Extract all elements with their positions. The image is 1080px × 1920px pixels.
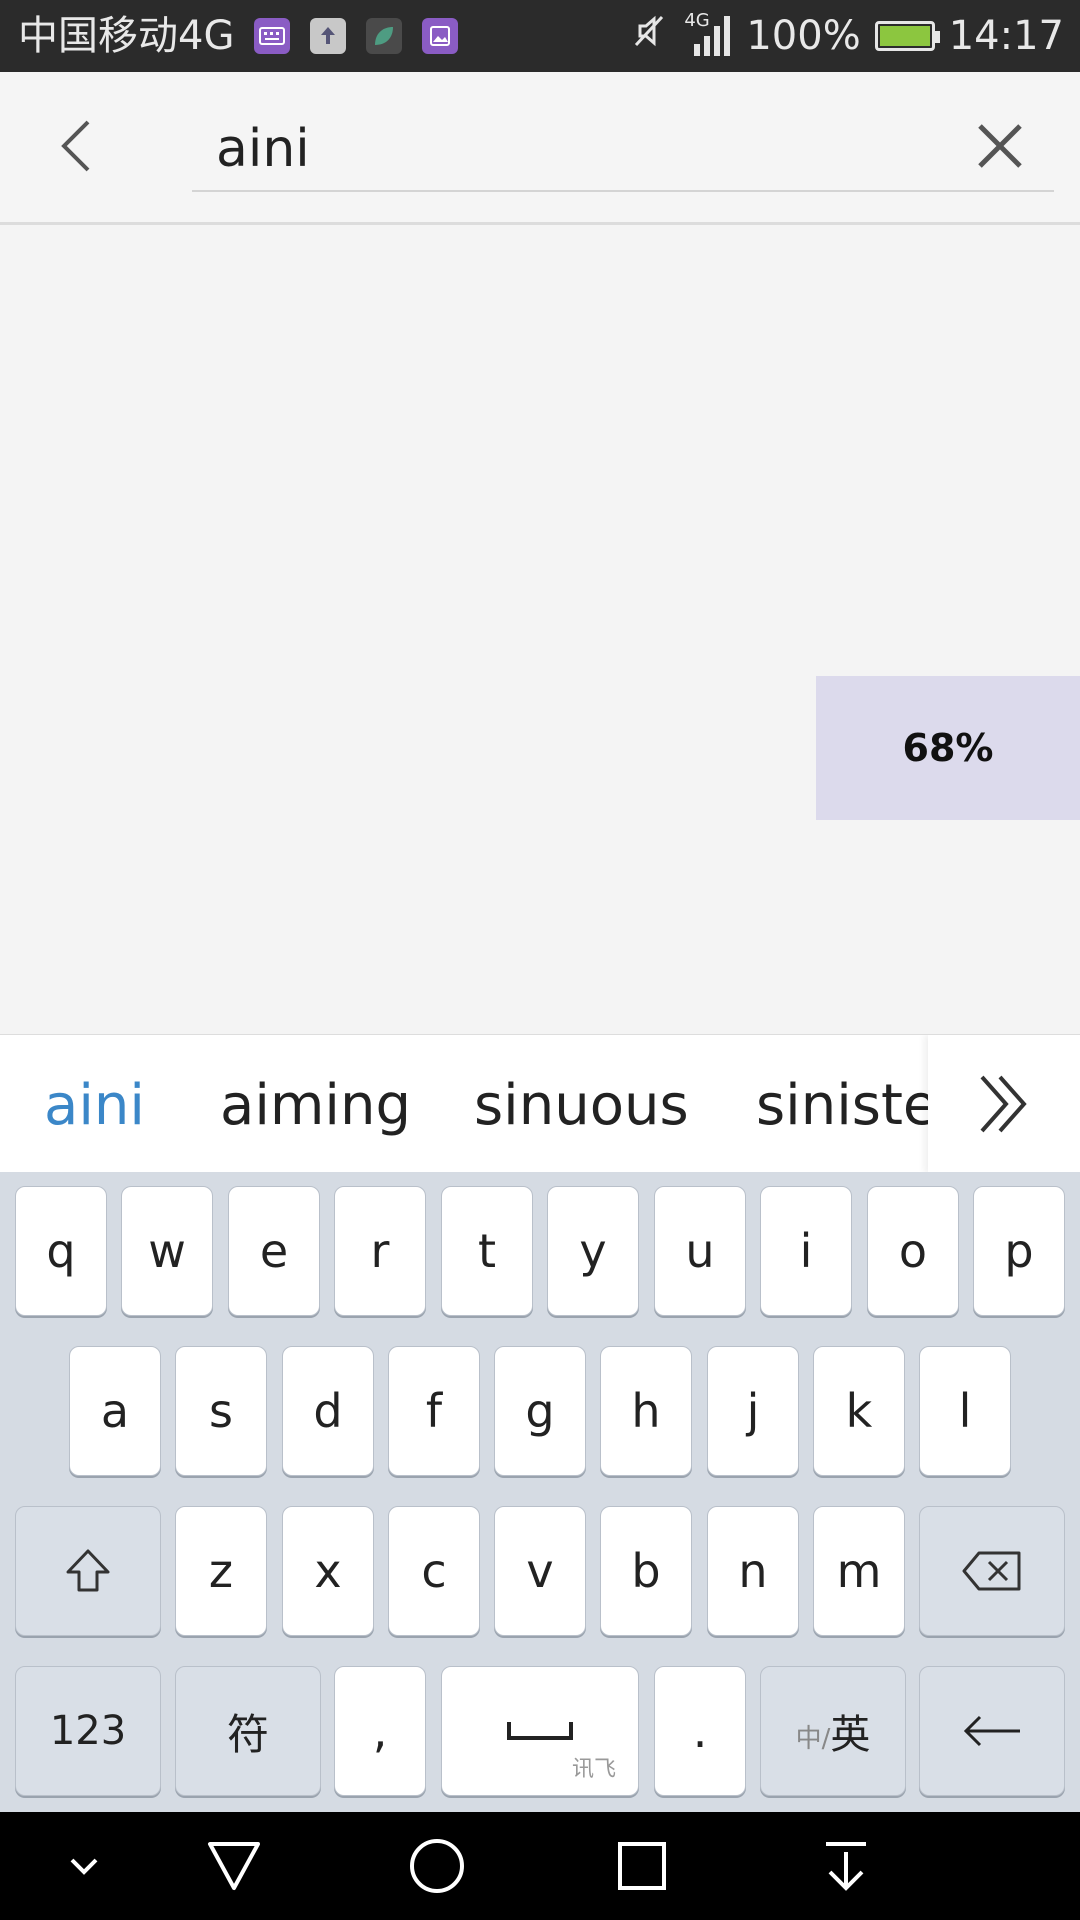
suggestion-item[interactable]: aiming (220, 1071, 411, 1141)
suggestion-bar: aini aiming sinuous siniste (0, 1034, 1080, 1173)
key-d[interactable]: d (282, 1346, 374, 1476)
language-small-label: 中/ (795, 1723, 831, 1754)
recents-nav-button[interactable] (612, 1836, 672, 1896)
keyboard-notification-icon (254, 18, 291, 54)
backspace-key[interactable] (919, 1506, 1065, 1636)
key-i[interactable]: i (760, 1186, 852, 1316)
key-o[interactable]: o (867, 1186, 959, 1316)
enter-key[interactable] (919, 1666, 1065, 1796)
soft-keyboard: q w e r t y u i o p a s d f g h j k l z … (0, 1172, 1080, 1812)
space-icon (507, 1722, 573, 1740)
clock: 14:17 (948, 13, 1064, 59)
key-j[interactable]: j (707, 1346, 799, 1476)
key-c[interactable]: c (388, 1506, 480, 1636)
notification-pulldown-button[interactable] (816, 1836, 876, 1896)
close-icon (978, 124, 1022, 168)
mute-icon (630, 11, 670, 61)
search-input[interactable]: aini (192, 106, 1054, 192)
space-key[interactable]: 讯飞 (441, 1666, 639, 1796)
circle-home-icon (410, 1839, 464, 1893)
key-n[interactable]: n (707, 1506, 799, 1636)
back-nav-button[interactable] (204, 1836, 264, 1896)
hide-keyboard-button[interactable] (54, 1836, 114, 1896)
expand-suggestions-button[interactable] (928, 1035, 1080, 1173)
key-a[interactable]: a (69, 1346, 161, 1476)
square-recents-icon (618, 1842, 666, 1890)
key-y[interactable]: y (547, 1186, 639, 1316)
key-s[interactable]: s (175, 1346, 267, 1476)
back-button[interactable] (50, 116, 110, 176)
percent-overlay: 68% (816, 676, 1080, 820)
key-v[interactable]: v (494, 1506, 586, 1636)
carrier-label: 中国移动4G (18, 13, 235, 59)
key-m[interactable]: m (813, 1506, 905, 1636)
key-g[interactable]: g (494, 1346, 586, 1476)
period-key[interactable]: . (654, 1666, 746, 1796)
search-header: aini (0, 72, 1080, 225)
key-t[interactable]: t (441, 1186, 533, 1316)
key-u[interactable]: u (654, 1186, 746, 1316)
battery-icon (874, 21, 940, 51)
key-k[interactable]: k (813, 1346, 905, 1476)
key-f[interactable]: f (388, 1346, 480, 1476)
suggestion-item[interactable]: aini (44, 1071, 145, 1141)
suggestion-item[interactable]: siniste (756, 1071, 937, 1141)
battery-percent: 100% (746, 13, 861, 59)
key-r[interactable]: r (334, 1186, 426, 1316)
key-x[interactable]: x (282, 1506, 374, 1636)
language-switch-key[interactable]: 中/ 英 (760, 1666, 906, 1796)
upload-notification-icon (310, 18, 347, 54)
backspace-icon (962, 1551, 1021, 1591)
key-w[interactable]: w (121, 1186, 213, 1316)
signal-icon: 4G (684, 10, 732, 58)
enter-icon (963, 1715, 1020, 1747)
key-h[interactable]: h (600, 1346, 692, 1476)
gallery-notification-icon (422, 18, 459, 54)
key-b[interactable]: b (600, 1506, 692, 1636)
suggestion-item[interactable]: sinuous (474, 1071, 689, 1141)
language-big-label: 英 (830, 1712, 871, 1758)
key-l[interactable]: l (919, 1346, 1011, 1476)
symbols-key[interactable]: 符 (175, 1666, 321, 1796)
home-nav-button[interactable] (407, 1836, 467, 1896)
shift-icon (66, 1549, 110, 1592)
key-z[interactable]: z (175, 1506, 267, 1636)
key-e[interactable]: e (228, 1186, 320, 1316)
chevron-left-icon (61, 120, 90, 172)
triangle-back-icon (208, 1842, 260, 1890)
keyboard-brand-label: 讯飞 (571, 1757, 616, 1782)
status-bar: 中国移动4G 4G 100% 14:17 (0, 0, 1080, 72)
shift-key[interactable] (15, 1506, 161, 1636)
comma-key[interactable]: , (334, 1666, 426, 1796)
navigation-bar (0, 1812, 1080, 1920)
key-q[interactable]: q (15, 1186, 107, 1316)
clear-button[interactable] (970, 116, 1030, 176)
key-p[interactable]: p (973, 1186, 1065, 1316)
chevron-down-icon (70, 1858, 98, 1875)
search-query-text: aini (216, 119, 310, 179)
pull-down-icon (826, 1842, 866, 1891)
leaf-notification-icon (366, 18, 403, 54)
double-chevron-right-icon (980, 1075, 1027, 1133)
numbers-key[interactable]: 123 (15, 1666, 161, 1796)
